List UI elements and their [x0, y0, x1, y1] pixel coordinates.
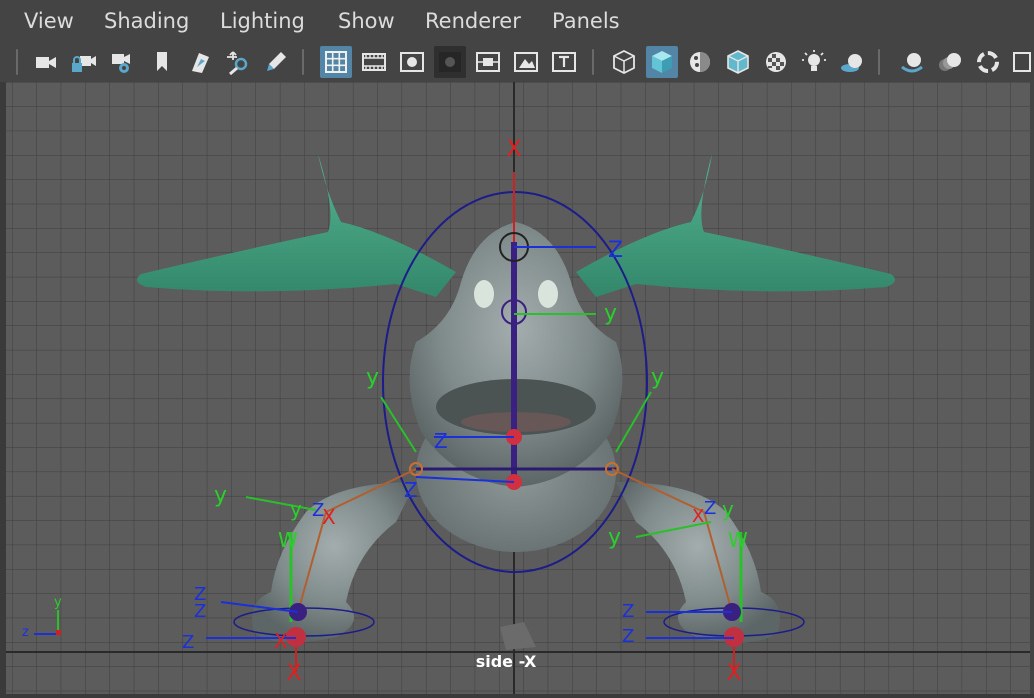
menu-lighting[interactable]: Lighting — [220, 9, 305, 33]
viewport-panel[interactable]: X Z y y y Z Z y y Z X W Z Z Z X X y X Z … — [6, 82, 1030, 694]
gate-mask-icon[interactable] — [434, 46, 466, 78]
wireframe-icon[interactable] — [608, 46, 640, 78]
joint-axis-label-z: Z — [704, 498, 716, 519]
joint-axis-label-w: W — [728, 528, 748, 552]
toolbar-separator — [592, 49, 594, 75]
joint-axis-label-z: Z — [404, 478, 418, 502]
camera-lock-icon[interactable] — [68, 46, 100, 78]
default-material-icon[interactable] — [684, 46, 716, 78]
menu-bar: View Shading Lighting Show Renderer Pane… — [0, 0, 1034, 44]
camera-attributes-icon[interactable] — [106, 46, 138, 78]
joint-axis-label-y: y — [214, 483, 227, 508]
panel-toolbar — [0, 44, 1034, 82]
joint-axis-label-z: Z — [608, 238, 623, 263]
joint-axis-label-z: Z — [194, 601, 206, 622]
textured-icon[interactable] — [760, 46, 792, 78]
joint-axis-label-x: X — [726, 661, 741, 686]
joint-axis-label-y: y — [290, 497, 302, 521]
joint-axis-label-x: X — [274, 629, 288, 653]
left-eye-mesh — [474, 280, 494, 308]
joint-axis-label-w: W — [278, 528, 298, 552]
joint-axis-label-z: Z — [622, 626, 634, 647]
menu-panels[interactable]: Panels — [552, 9, 620, 33]
joint-axis-label-z: Z — [434, 429, 448, 453]
safe-title-icon[interactable] — [548, 46, 580, 78]
camera-icon[interactable] — [30, 46, 62, 78]
joint-axis-label-x: X — [322, 505, 336, 529]
joint-axis-label-x: X — [506, 137, 521, 162]
bookmark-icon[interactable] — [146, 46, 178, 78]
axis-indicator-y: y — [54, 595, 62, 610]
wireframe-on-shaded-icon[interactable] — [722, 46, 754, 78]
screen-space-ao-icon[interactable] — [896, 46, 928, 78]
safe-action-icon[interactable] — [510, 46, 542, 78]
use-all-lights-icon[interactable] — [798, 46, 830, 78]
joint-axis-label-y: y — [608, 525, 621, 550]
camera-name-label: side -X — [475, 652, 537, 671]
field-chart-icon[interactable] — [472, 46, 504, 78]
joint-axis-label-y: y — [722, 497, 734, 521]
joint-axis-label-x: X — [286, 661, 301, 686]
image-plane-icon[interactable] — [184, 46, 216, 78]
anti-aliasing-icon[interactable] — [972, 46, 1004, 78]
toolbar-separator — [302, 49, 304, 75]
joint-axis-label-x: X — [692, 506, 704, 527]
joint-axis-label-y: y — [604, 301, 617, 326]
toolbar-separator — [878, 49, 880, 75]
grid-icon[interactable] — [320, 46, 352, 78]
menu-show[interactable]: Show — [338, 9, 395, 33]
menu-renderer[interactable]: Renderer — [425, 9, 521, 33]
resolution-gate-icon[interactable] — [396, 46, 428, 78]
toolbar-separator — [16, 49, 18, 75]
panel-border — [0, 694, 1034, 698]
right-eye-mesh — [538, 280, 558, 308]
shadows-icon[interactable] — [836, 46, 868, 78]
grease-pencil-icon[interactable] — [260, 46, 292, 78]
motion-blur-icon[interactable] — [934, 46, 966, 78]
viewport-scene: X Z y y y Z Z y y Z X W Z Z Z X X y X Z … — [6, 82, 1030, 694]
menu-shading[interactable]: Shading — [104, 9, 189, 33]
axis-indicator-z: z — [22, 625, 29, 640]
joint-axis-label-y: y — [366, 365, 379, 390]
2d-pan-zoom-icon[interactable] — [222, 46, 254, 78]
smooth-shade-icon[interactable] — [646, 46, 678, 78]
toolbar-overflow-icon[interactable] — [1008, 46, 1034, 78]
joint-axis-label-z: Z — [622, 601, 634, 622]
joint-axis-label-y: y — [651, 365, 664, 390]
film-gate-icon[interactable] — [358, 46, 390, 78]
joint-axis-label-z: Z — [182, 632, 194, 653]
menu-view[interactable]: View — [24, 9, 74, 33]
